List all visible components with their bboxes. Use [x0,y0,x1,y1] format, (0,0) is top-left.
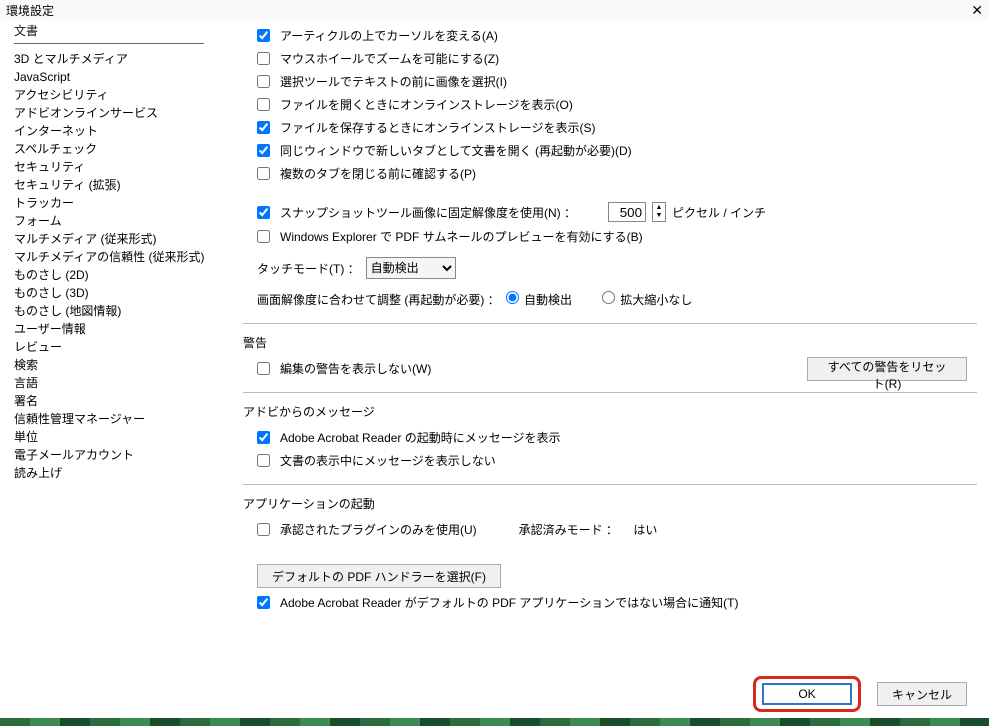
explorer-thumbnail-label: Windows Explorer で PDF サムネールのプレビューを有効にする… [280,228,643,245]
sidebar-item-measure-3d[interactable]: ものさし (3D) [14,284,225,302]
sidebar-item-multimedia-legacy[interactable]: マルチメディア (従来形式) [14,230,225,248]
snapshot-fixed-res-label: スナップショットツール画像に固定解像度を使用(N) ： [280,204,576,221]
notify-not-default-checkbox[interactable] [257,596,270,609]
sidebar-item-review[interactable]: レビュー [14,338,225,356]
touch-mode-label: タッチモード(T) ： [257,260,360,277]
snapshot-res-unit: ピクセル / インチ [672,204,766,221]
sidebar-item-units[interactable]: 単位 [14,428,225,446]
close-icon[interactable]: ✕ [971,2,983,19]
sidebar-item-email[interactable]: 電子メールアカウント [14,446,225,464]
content-area: 文書 3D とマルチメディア JavaScript アクセシビリティ アドビオン… [0,20,989,670]
approved-plugins-label: 承認されたプラグインのみを使用(U) [280,521,477,538]
ok-button[interactable]: OK [762,683,852,705]
show-messages-launch-label: Adobe Acrobat Reader の起動時にメッセージを表示 [280,429,561,446]
hide-edit-warning-label: 編集の警告を表示しない(W) [280,360,431,377]
show-online-save-checkbox[interactable] [257,121,270,134]
sidebar-item-trust-manager[interactable]: 信頼性管理マネージャー [14,410,225,428]
notify-not-default-label: Adobe Acrobat Reader がデフォルトの PDF アプリケーショ… [280,594,739,611]
explorer-thumbnail-checkbox[interactable] [257,230,270,243]
ok-highlight: OK [753,676,861,712]
sidebar-item-tracker[interactable]: トラッカー [14,194,225,212]
cancel-button[interactable]: キャンセル [877,682,967,706]
dialog-footer: OK キャンセル [753,676,967,712]
reset-warnings-button[interactable]: すべての警告をリセット(R) [807,357,967,381]
snapshot-fixed-res-checkbox[interactable] [257,206,270,219]
resolution-none-radio-wrap[interactable]: 拡大縮小なし [602,291,692,308]
open-same-window-label: 同じウィンドウで新しいタブとして文書を開く (再起動が必要)(D) [280,142,632,159]
title-bar: 環境設定 ✕ [0,0,989,20]
sidebar-item-search[interactable]: 検索 [14,356,225,374]
sidebar-item-signature[interactable]: 署名 [14,392,225,410]
main-panel: アーティクルの上でカーソルを変える(A) マウスホイールでズームを可能にする(Z… [225,20,989,670]
bottom-decoration [0,718,989,726]
snapshot-res-spinner[interactable]: ▲▼ [652,202,666,222]
sidebar-item-internet[interactable]: インターネット [14,122,225,140]
app-launch-heading: アプリケーションの起動 [243,491,977,518]
sidebar-item-security[interactable]: セキュリティ [14,158,225,176]
sidebar-item-user-info[interactable]: ユーザー情報 [14,320,225,338]
sidebar-item-spellcheck[interactable]: スペルチェック [14,140,225,158]
confirm-close-tabs-checkbox[interactable] [257,167,270,180]
hide-edit-warning-checkbox[interactable] [257,362,270,375]
open-same-window-checkbox[interactable] [257,144,270,157]
resolution-auto-radio-wrap[interactable]: 自動検出 [506,291,572,308]
sidebar-item-javascript[interactable]: JavaScript [14,68,225,86]
sidebar-item-security-ex[interactable]: セキュリティ (拡張) [14,176,225,194]
show-online-open-label: ファイルを開くときにオンラインストレージを表示(O) [280,96,573,113]
adobe-messages-heading: アドビからのメッセージ [243,399,977,426]
sidebar-item-3d[interactable]: 3D とマルチメディア [14,50,225,68]
show-online-open-checkbox[interactable] [257,98,270,111]
category-sidebar: 文書 3D とマルチメディア JavaScript アクセシビリティ アドビオン… [0,20,225,670]
approved-mode-value: はい [633,521,657,538]
show-online-save-label: ファイルを保存するときにオンラインストレージを表示(S) [280,119,596,136]
approved-plugins-checkbox[interactable] [257,523,270,536]
show-messages-launch-checkbox[interactable] [257,431,270,444]
sidebar-item-measure-2d[interactable]: ものさし (2D) [14,266,225,284]
resolution-label: 画面解像度に合わせて調整 (再起動が必要) ： [257,291,500,308]
touch-mode-select[interactable]: 自動検出 [366,257,456,279]
cursor-over-article-checkbox[interactable] [257,29,270,42]
sidebar-item-measure-geo[interactable]: ものさし (地図情報) [14,302,225,320]
resolution-auto-radio[interactable] [506,291,519,304]
cursor-over-article-label: アーティクルの上でカーソルを変える(A) [280,27,498,44]
approved-mode-label: 承認済みモード ： [519,521,618,538]
window-title: 環境設定 [6,2,54,19]
hide-messages-viewing-checkbox[interactable] [257,454,270,467]
resolution-none-radio[interactable] [602,291,615,304]
sidebar-item-adobe-online[interactable]: アドビオンラインサービス [14,104,225,122]
default-pdf-handler-button[interactable]: デフォルトの PDF ハンドラーを選択(F) [257,564,501,588]
confirm-close-tabs-label: 複数のタブを閉じる前に確認する(P) [280,165,476,182]
sidebar-item-forms[interactable]: フォーム [14,212,225,230]
resolution-auto-label: 自動検出 [524,293,572,307]
mouse-wheel-zoom-checkbox[interactable] [257,52,270,65]
sidebar-item-document[interactable]: 文書 [14,22,204,44]
sidebar-item-language[interactable]: 言語 [14,374,225,392]
sidebar-item-multimedia-trust[interactable]: マルチメディアの信頼性 (従来形式) [14,248,225,266]
sidebar-item-readaloud[interactable]: 読み上げ [14,464,225,482]
mouse-wheel-zoom-label: マウスホイールでズームを可能にする(Z) [280,50,499,67]
sidebar-item-accessibility[interactable]: アクセシビリティ [14,86,225,104]
hide-messages-viewing-label: 文書の表示中にメッセージを表示しない [280,452,496,469]
resolution-none-label: 拡大縮小なし [620,293,692,307]
snapshot-res-input[interactable] [608,202,646,222]
warnings-heading: 警告 [243,330,977,357]
select-image-first-checkbox[interactable] [257,75,270,88]
select-image-first-label: 選択ツールでテキストの前に画像を選択(I) [280,73,507,90]
